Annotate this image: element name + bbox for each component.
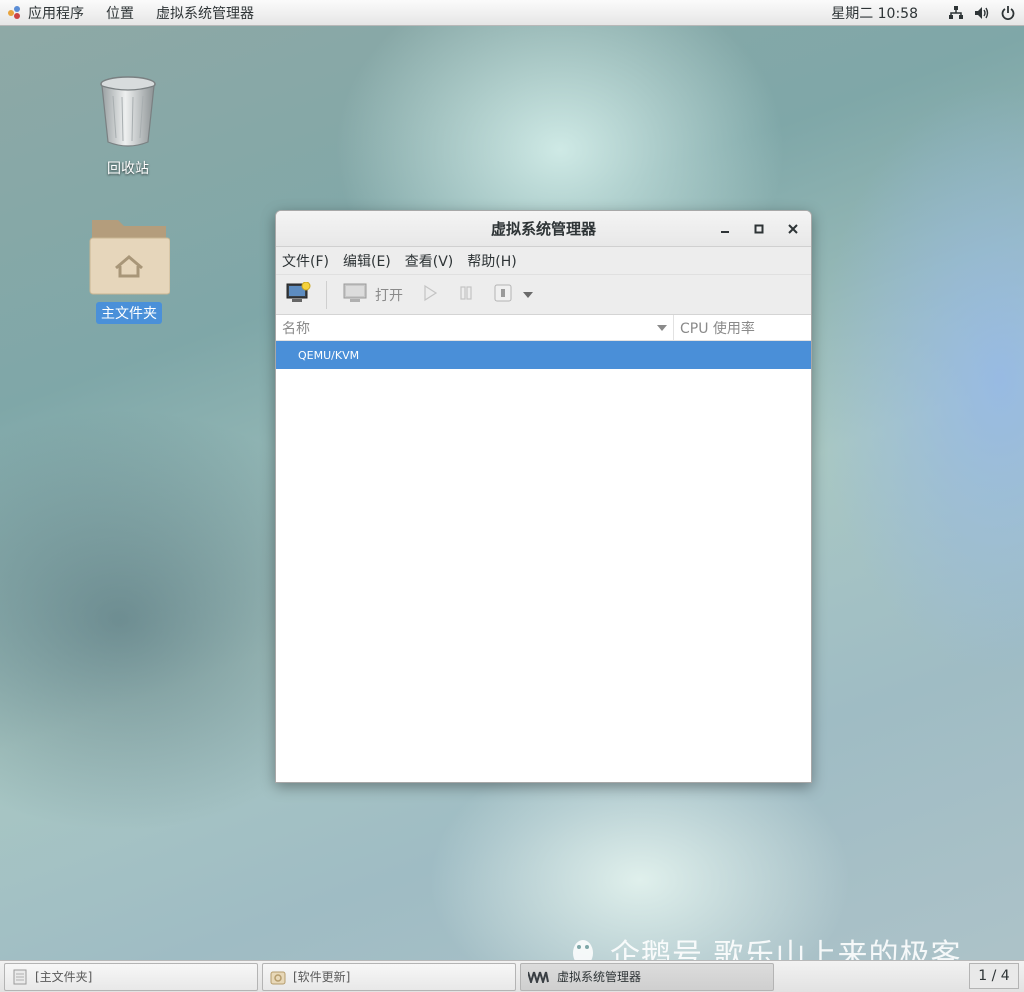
menubar: 文件(F) 编辑(E) 查看(V) 帮助(H) (276, 247, 811, 275)
home-folder-icon (88, 214, 171, 296)
task-virt-manager-label: 虚拟系统管理器 (557, 970, 642, 984)
column-cpu-header[interactable]: CPU 使用率 (674, 315, 811, 340)
pause-icon (457, 284, 475, 306)
run-button[interactable] (421, 284, 439, 306)
shutdown-icon (493, 283, 513, 307)
volume-icon[interactable] (974, 5, 990, 21)
toolbar: 打开 (276, 275, 811, 315)
active-app-menu[interactable]: 虚拟系统管理器 (156, 3, 254, 23)
toolbar-separator (326, 280, 327, 309)
places-menu[interactable]: 位置 (106, 3, 134, 23)
connection-name: QEMU/KVM (298, 348, 360, 362)
window-titlebar[interactable]: 虚拟系统管理器 (276, 211, 811, 247)
home-folder-desktop-icon[interactable]: 主文件夹 (84, 214, 174, 324)
trash-icon (99, 76, 157, 148)
applications-menu[interactable]: 应用程序 (8, 3, 84, 23)
clock[interactable]: 星期二 10:58 (831, 3, 918, 23)
task-software-update[interactable]: [软件更新] (262, 962, 516, 991)
menu-file[interactable]: 文件(F) (282, 251, 329, 271)
network-icon[interactable] (948, 5, 964, 21)
sort-chevron-down-icon (657, 320, 667, 336)
home-folder-label: 主文件夹 (96, 302, 162, 324)
task-software-update-label: [软件更新] (293, 970, 351, 984)
play-icon (421, 284, 439, 306)
minimize-button[interactable] (715, 219, 735, 239)
file-manager-icon (11, 968, 29, 986)
window-title: 虚拟系统管理器 (490, 220, 596, 238)
maximize-button[interactable] (749, 219, 769, 239)
top-panel: 应用程序 位置 虚拟系统管理器 星期二 10:58 (0, 0, 1024, 26)
column-cpu-label: CPU 使用率 (680, 320, 755, 337)
new-vm-button[interactable] (286, 281, 312, 308)
column-name-label: 名称 (282, 320, 310, 337)
close-button[interactable] (783, 219, 803, 239)
list-header: 名称 CPU 使用率 (276, 315, 811, 341)
shutdown-button[interactable] (493, 283, 513, 307)
menu-edit[interactable]: 编辑(E) (343, 251, 391, 271)
open-button[interactable]: 打开 (343, 283, 403, 307)
trash-label: 回收站 (107, 161, 149, 177)
task-home-folder-label: [主文件夹] (35, 970, 93, 984)
open-button-label: 打开 (375, 287, 403, 304)
list-item[interactable]: QEMU/KVM (276, 341, 811, 369)
task-home-folder[interactable]: [主文件夹] (4, 962, 258, 991)
column-name-header[interactable]: 名称 (276, 315, 674, 340)
applications-label: 应用程序 (28, 5, 84, 22)
workspace-pager[interactable]: 1 / 4 (969, 963, 1019, 989)
chevron-down-icon (523, 287, 533, 303)
menu-view[interactable]: 查看(V) (405, 251, 454, 271)
bottom-taskbar: [主文件夹] [软件更新] 虚拟系统管理器 (0, 960, 1024, 992)
window-controls (701, 211, 803, 247)
software-update-icon (269, 968, 287, 986)
task-virt-manager[interactable]: 虚拟系统管理器 (520, 962, 774, 991)
shutdown-menu-button[interactable] (523, 287, 533, 303)
virt-manager-icon (527, 968, 551, 986)
virt-manager-window: 虚拟系统管理器 文件(F) 编辑(E) 查看(V) 帮助(H) 打开 名称 CP… (275, 210, 812, 783)
top-panel-left: 应用程序 位置 虚拟系统管理器 (8, 3, 276, 23)
applications-icon (8, 5, 22, 20)
top-panel-right: 星期二 10:58 (831, 3, 1016, 23)
menu-help[interactable]: 帮助(H) (467, 251, 516, 271)
new-vm-icon (286, 281, 312, 308)
pause-button[interactable] (457, 284, 475, 306)
trash-desktop-icon[interactable]: 回收站 (92, 76, 164, 178)
power-icon[interactable] (1000, 5, 1016, 21)
monitor-icon (343, 283, 367, 307)
